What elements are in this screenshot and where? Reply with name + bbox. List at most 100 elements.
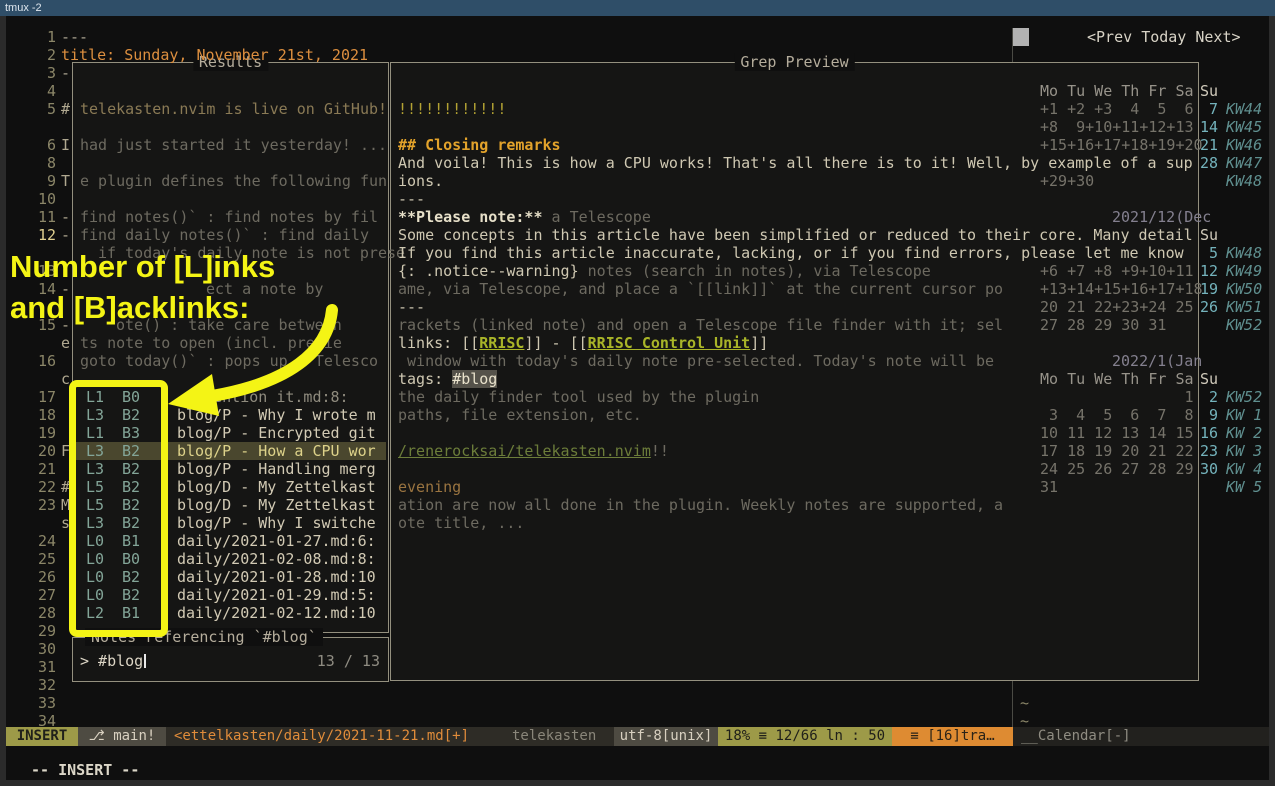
line-number: 3 <box>24 64 56 82</box>
calendar-sunday-column[interactable]: 19 <box>1196 280 1218 298</box>
calendar-week-label: KW 5 <box>1226 478 1262 496</box>
line-number: 23 <box>24 496 56 514</box>
line-number: 29 <box>24 622 56 640</box>
calendar-row: +8 9+10+11+12+1314 KW45 <box>0 118 1275 136</box>
preview-segment: RRISC <box>479 334 524 352</box>
buffer-line-text: - <box>61 64 70 82</box>
calendar-week-label: KW45 <box>1226 118 1262 136</box>
line-number: 30 <box>24 640 56 658</box>
calendar-row: 31 KW 5 <box>0 478 1275 496</box>
gutter-row: 31 <box>0 658 1275 676</box>
line-number: 26 <box>24 568 56 586</box>
line-number: 31 <box>24 658 56 676</box>
calendar-sunday-column[interactable]: 2 <box>1196 388 1218 406</box>
line-number: 32 <box>24 676 56 694</box>
calendar-week-label: KW52 <box>1226 316 1262 334</box>
calendar-days[interactable]: +15+16+17+18+19+20 <box>1040 136 1203 154</box>
calendar-sunday-column[interactable]: 9 <box>1196 406 1218 424</box>
result-item-text: blog/P - Why I switche <box>177 514 376 532</box>
terminal-screen: tmux -2 <Prev Today Next> ~ ~ Results Gr… <box>0 0 1275 786</box>
calendar-days[interactable]: 17 18 19 20 21 22 <box>1040 442 1194 460</box>
tmux-title: tmux -2 <box>5 1 42 15</box>
calendar-week-label: KW51 <box>1226 298 1262 316</box>
calendar-days[interactable]: 24 25 26 27 28 29 <box>1040 460 1194 478</box>
result-item-text: daily/2021-02-08.md:8: <box>177 550 376 568</box>
calendar-row: Mo Tu We Th Fr SaSu <box>0 82 1275 100</box>
calendar-sunday-column[interactable]: Su <box>1196 370 1218 388</box>
calendar-sunday-column[interactable]: 5 <box>1196 244 1218 262</box>
preview-segment: RRISC Control Unit <box>588 334 751 352</box>
calendar-row: 10 11 12 13 14 1516 KW 2 <box>0 424 1275 442</box>
gutter-row: 10 <box>0 190 1275 208</box>
calendar-row: 2022/1(Jan <box>0 352 1275 370</box>
calendar-sunday-column[interactable]: Su <box>1196 82 1218 100</box>
annotation-highlight-box <box>69 380 168 637</box>
calendar-week-label: KW 4 <box>1226 460 1262 478</box>
mode-message: -- INSERT -- <box>31 761 139 779</box>
calendar-week-label: KW 2 <box>1226 424 1262 442</box>
preview-line: ote title, ... <box>398 514 524 532</box>
calendar-row: 3 4 5 6 7 89KW 1 <box>0 406 1275 424</box>
preview-segment: ]] <box>750 334 768 352</box>
calendar-sunday-column[interactable]: 14 <box>1196 118 1218 136</box>
calendar-week-label: KW48 <box>1226 172 1262 190</box>
calendar-days[interactable]: Mo Tu We Th Fr Sa <box>1040 82 1194 100</box>
preview-line: --- <box>398 190 425 208</box>
calendar-sunday-column[interactable]: 26 <box>1196 298 1218 316</box>
calendar-days[interactable]: +13+14+15+16+17+18 <box>1040 280 1203 298</box>
preview-line: ation are now all done in the plugin. We… <box>398 496 1003 514</box>
calendar-row: Su <box>0 226 1275 244</box>
calendar-days[interactable]: +29+30 <box>1040 172 1094 190</box>
calendar-week-label: KW50 <box>1226 280 1262 298</box>
buffer-line-text: --- <box>61 28 88 46</box>
calendar-sunday-column[interactable]: 7 <box>1196 100 1218 118</box>
calendar-row: +15+16+17+18+19+2021 KW46 <box>0 136 1275 154</box>
calendar-sunday-column[interactable]: 16 <box>1196 424 1218 442</box>
calendar-row: +29+30 KW48 <box>0 172 1275 190</box>
annotation-text: Number of [L]inks and [B]acklinks: <box>10 246 275 328</box>
calendar-week-label: KW48 <box>1226 244 1262 262</box>
gutter-row: 30 <box>0 640 1275 658</box>
calendar-sunday-column[interactable]: 23 <box>1196 442 1218 460</box>
calendar-days[interactable]: +1 +2 +3 4 5 6 <box>1040 100 1194 118</box>
gutter-row: 1 --- <box>0 28 1275 46</box>
result-item-text: daily/2021-01-28.md:10 <box>177 568 376 586</box>
calendar-month-label: 2021/12(Dec <box>1112 208 1211 226</box>
calendar-days[interactable]: 27 28 29 30 31 <box>1040 316 1166 334</box>
calendar-days[interactable]: +6 +7 +8 +9+10+11 <box>1040 262 1194 280</box>
calendar-sunday-column[interactable]: 21 <box>1196 136 1218 154</box>
gutter-row: 33 <box>0 694 1275 712</box>
calendar-week-label: KW46 <box>1226 136 1262 154</box>
calendar-week-label: KW47 <box>1226 154 1262 172</box>
result-item-text: daily/2021-01-29.md:5: <box>177 586 376 604</box>
calendar-days[interactable]: 31 <box>1040 478 1058 496</box>
annotation-line2: and [B]acklinks: <box>10 287 275 328</box>
calendar-week-label: KW44 <box>1226 100 1262 118</box>
line-number: 10 <box>24 190 56 208</box>
calendar-week-label: KW49 <box>1226 262 1262 280</box>
results-dim-text: ts note to open (incl. previe <box>80 334 342 352</box>
calendar-sunday-column[interactable]: 30 <box>1196 460 1218 478</box>
line-number: 34 <box>24 712 56 730</box>
calendar-sunday-column[interactable]: Su <box>1196 226 1218 244</box>
calendar-sunday-column[interactable]: 12 <box>1196 262 1218 280</box>
line-number: 1 <box>24 28 56 46</box>
line-number: 33 <box>24 694 56 712</box>
calendar-sunday-column[interactable]: 28 <box>1196 154 1218 172</box>
annotation-line1: Number of [L]inks <box>10 246 275 287</box>
preview-line: links: [[RRISC]] - [[RRISC Control Unit]… <box>398 334 768 352</box>
calendar-days[interactable]: 20 21 22+23+24 25 <box>1040 298 1194 316</box>
calendar-days[interactable]: +8 9+10+11+12+13 <box>1040 118 1194 136</box>
calendar-days[interactable]: 3 4 5 6 7 8 <box>1040 406 1194 424</box>
result-item-text: blog/D - My Zettelkast <box>177 496 376 514</box>
calendar-month-label: 2022/1(Jan <box>1112 352 1202 370</box>
calendar-days[interactable]: Mo Tu We Th Fr Sa <box>1040 370 1194 388</box>
calendar-week-label: KW 3 <box>1226 442 1262 460</box>
calendar-row: 12KW52 <box>0 388 1275 406</box>
line-number: 27 <box>24 586 56 604</box>
preview-segment: ation are now all done in the plugin. We… <box>398 496 1003 514</box>
calendar-row: 17 18 19 20 21 2223 KW 3 <box>0 442 1275 460</box>
calendar-days[interactable]: 10 11 12 13 14 15 <box>1040 424 1194 442</box>
calendar-days[interactable]: 1 <box>1040 388 1194 406</box>
gutter-row: 29 <box>0 622 1275 640</box>
